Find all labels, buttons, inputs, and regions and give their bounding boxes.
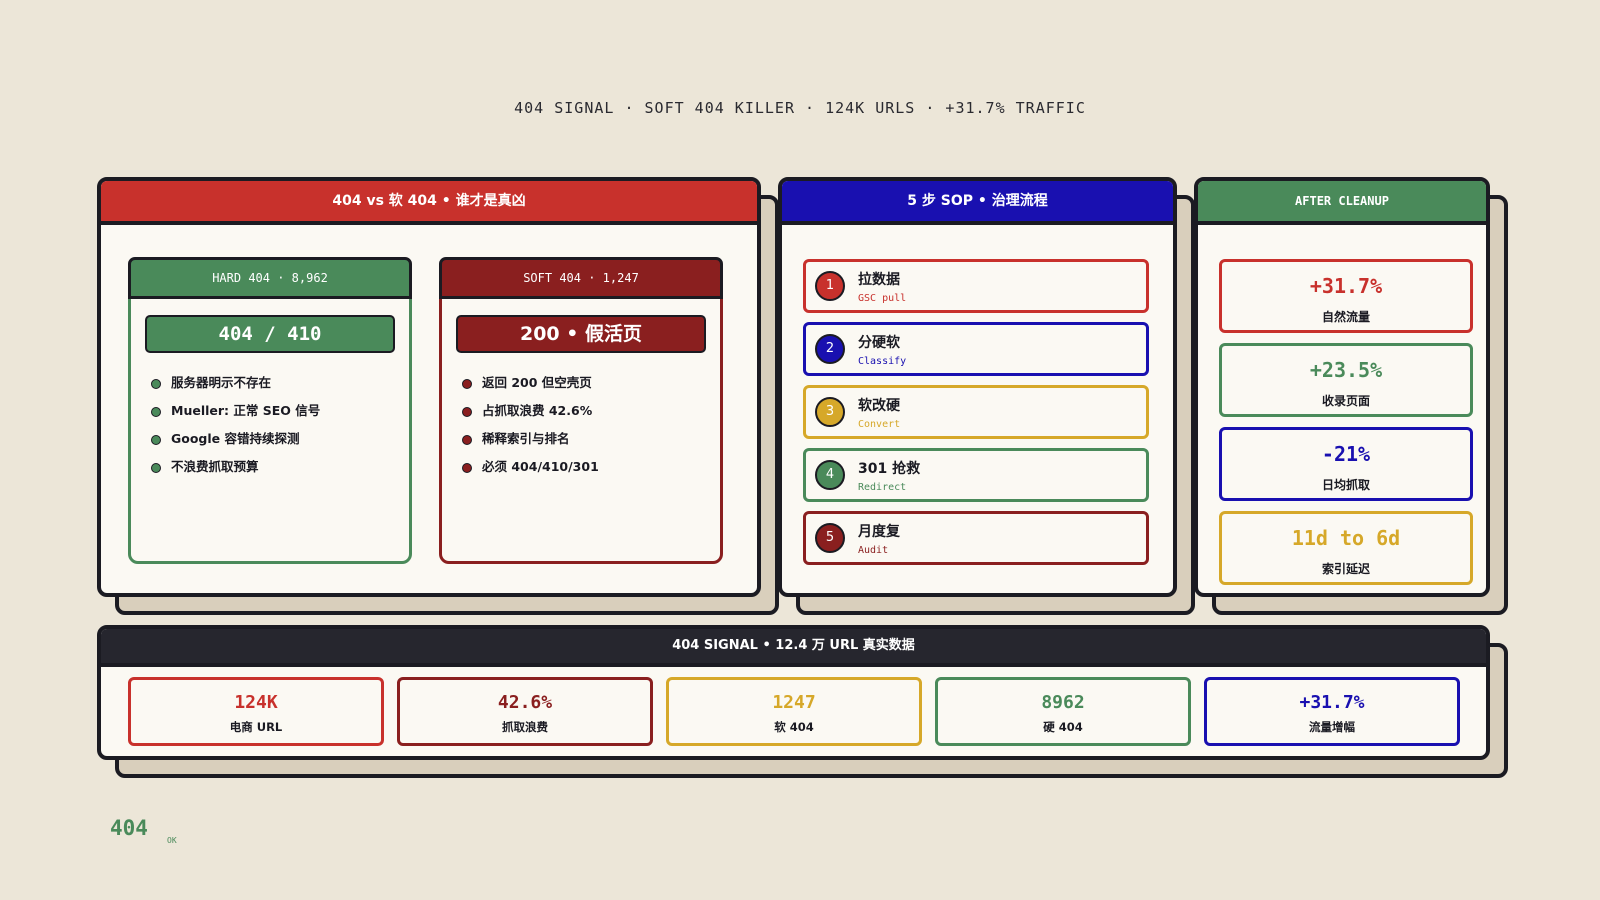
list-item: 返回 200 但空壳页 [462,373,720,401]
stats-title: 404 SIGNAL • 12.4 万 URL 真实数据 [101,629,1486,667]
stat-value: 8962 [1041,692,1085,713]
stat-card: 8962 硬 404 [935,677,1191,746]
soft-404-header: SOFT 404 · 1,247 [439,257,723,299]
list-item: Google 容错持续探测 [151,429,409,457]
compare-panel: 404 vs 软 404 • 谁才是真凶 HARD 404 · 8,962 40… [97,177,779,615]
step-title: 301 抢救 [858,461,921,477]
step-subtitle: Classify [858,356,907,367]
stat-card: 1247 软 404 [666,677,922,746]
compare-title: 404 vs 软 404 • 谁才是真凶 [101,181,757,225]
metric-value: +31.7% [1309,274,1383,298]
stat-card: +31.7% 流量增幅 [1204,677,1460,746]
stat-label: 电商 URL [229,720,283,734]
stat-value: 1247 [772,692,816,713]
stat-label: 硬 404 [1043,720,1083,734]
sop-step-2: 2 分硬软 Classify [803,322,1149,376]
metric-value: -21% [1321,442,1371,466]
footer-status: OK [167,836,177,845]
soft-404-code: 200 • 假活页 [456,315,706,353]
list-item: 必须 404/410/301 [462,457,720,485]
step-title: 月度复 [858,524,900,540]
step-subtitle: GSC pull [858,293,907,304]
metric-label: 日均抓取 [1321,478,1370,492]
stat-label: 流量增幅 [1309,720,1355,734]
soft-404-card: SOFT 404 · 1,247 200 • 假活页 返回 200 但空壳页 占… [439,257,723,564]
hard-404-card: HARD 404 · 8,962 404 / 410 服务器明示不存在 Muel… [128,257,412,564]
sop-step-4: 4 301 抢救 Redirect [803,448,1149,502]
sop-panel: 5 步 SOP • 治理流程 1 拉数据 GSC pull 2 分硬软 Clas… [778,177,1195,615]
bullet-icon [151,463,161,473]
stat-label: 抓取浪费 [502,720,548,734]
after-cleanup-title: AFTER CLEANUP [1198,181,1486,225]
list-item: Mueller: 正常 SEO 信号 [151,401,409,429]
stat-value: 42.6% [497,692,553,713]
hard-404-header: HARD 404 · 8,962 [128,257,412,299]
footer-code: 404 [110,816,148,840]
step-subtitle: Redirect [858,482,907,493]
stat-value: 124K [234,692,278,713]
bullet-icon [151,407,161,417]
sop-title: 5 步 SOP • 治理流程 [782,181,1173,225]
step-number-badge: 4 [815,460,845,490]
step-number-badge: 1 [815,271,845,301]
bullet-icon [151,379,161,389]
sop-step-3: 3 软改硬 Convert [803,385,1149,439]
list-item: 服务器明示不存在 [151,373,409,401]
stats-panel: 404 SIGNAL • 12.4 万 URL 真实数据 124K 电商 URL… [97,625,1508,778]
stat-value: +31.7% [1299,692,1365,713]
bullet-icon [462,463,472,473]
metric-value: +23.5% [1309,358,1383,382]
bullet-icon [462,435,472,445]
stat-label: 软 404 [774,720,814,734]
page-headline: 404 SIGNAL · SOFT 404 KILLER · 124K URLS… [514,99,1086,117]
soft-404-list: 返回 200 但空壳页 占抓取浪费 42.6% 稀释索引与排名 必须 404/4… [462,373,720,485]
step-number-badge: 5 [815,523,845,553]
hard-404-code: 404 / 410 [145,315,395,353]
bullet-icon [151,435,161,445]
metric-label: 索引延迟 [1321,562,1370,576]
stat-card: 124K 电商 URL [128,677,384,746]
metric-card: 11d to 6d 索引延迟 [1219,511,1473,585]
metric-card: -21% 日均抓取 [1219,427,1473,501]
metric-value: 11d to 6d [1291,526,1401,550]
sop-step-5: 5 月度复 Audit [803,511,1149,565]
step-number-badge: 3 [815,397,845,427]
step-subtitle: Audit [858,545,889,556]
sop-step-1: 1 拉数据 GSC pull [803,259,1149,313]
step-title: 分硬软 [858,335,900,351]
metric-label: 收录页面 [1321,394,1370,408]
metric-card: +31.7% 自然流量 [1219,259,1473,333]
panel-body: 5 步 SOP • 治理流程 1 拉数据 GSC pull 2 分硬软 Clas… [778,177,1177,597]
step-subtitle: Convert [858,419,901,430]
after-cleanup-panel: AFTER CLEANUP +31.7% 自然流量 +23.5% 收录页面 -2… [1194,177,1508,615]
step-number-badge: 2 [815,334,845,364]
hard-404-list: 服务器明示不存在 Mueller: 正常 SEO 信号 Google 容错持续探… [151,373,409,485]
panel-body: 404 SIGNAL • 12.4 万 URL 真实数据 124K 电商 URL… [97,625,1490,760]
metric-card: +23.5% 收录页面 [1219,343,1473,417]
bullet-icon [462,379,472,389]
step-title: 拉数据 [858,272,900,288]
metric-label: 自然流量 [1321,310,1370,324]
step-title: 软改硬 [858,398,900,414]
panel-body: AFTER CLEANUP +31.7% 自然流量 +23.5% 收录页面 -2… [1194,177,1490,597]
panel-body: 404 vs 软 404 • 谁才是真凶 HARD 404 · 8,962 40… [97,177,761,597]
list-item: 不浪费抓取预算 [151,457,409,485]
list-item: 占抓取浪费 42.6% [462,401,720,429]
stat-card: 42.6% 抓取浪费 [397,677,653,746]
bullet-icon [462,407,472,417]
list-item: 稀释索引与排名 [462,429,720,457]
